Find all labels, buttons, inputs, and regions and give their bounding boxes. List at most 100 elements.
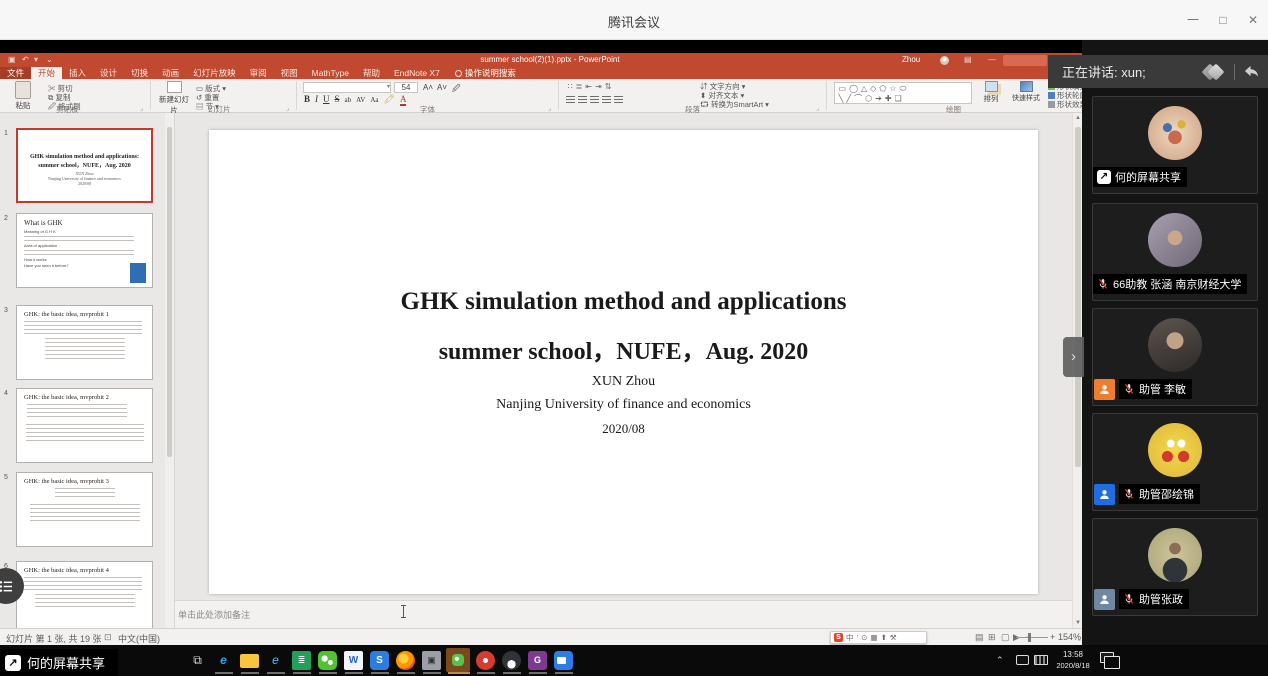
new-slide-button[interactable]: 新建幻灯片: [156, 81, 192, 116]
tab-mathtype[interactable]: MathType: [305, 67, 356, 79]
justify-icon[interactable]: [602, 96, 611, 104]
align-right-icon[interactable]: [590, 96, 599, 104]
redo-icon[interactable]: ▾: [34, 53, 38, 67]
paste-button[interactable]: 粘贴: [6, 81, 40, 111]
save-icon[interactable]: ▣: [8, 53, 16, 67]
tab-review[interactable]: 审阅: [243, 67, 274, 79]
tray-expand-icon[interactable]: ⌃: [996, 655, 1004, 666]
tab-endnote[interactable]: EndNote X7: [387, 67, 447, 79]
zoom-slider-knob[interactable]: [1028, 633, 1031, 642]
columns-icon[interactable]: [614, 96, 623, 104]
firefox-icon[interactable]: [396, 651, 415, 670]
sogou-taskbar-icon[interactable]: S: [370, 651, 389, 670]
highlight-icon[interactable]: 🖍: [384, 94, 395, 104]
notes-app-icon[interactable]: ≣: [292, 651, 311, 670]
bold-icon[interactable]: B: [304, 94, 310, 104]
tray-keyboard-icon[interactable]: [1034, 655, 1048, 665]
shrink-font-icon[interactable]: A˅: [437, 83, 447, 92]
account-avatar[interactable]: [940, 56, 949, 65]
sogou-logo-icon[interactable]: S: [834, 633, 843, 642]
netease-app-icon[interactable]: [476, 651, 495, 670]
align-text-button[interactable]: ⬍ 对齐文本 ▾: [700, 92, 744, 100]
screen-share-banner[interactable]: ↗ 何的屏幕共享: [0, 649, 118, 676]
paragraph-dialog-launcher[interactable]: ⌟: [816, 104, 819, 112]
ppt-minimize-icon[interactable]: —: [988, 53, 996, 67]
reading-view-icon[interactable]: ▢: [1001, 632, 1010, 643]
close-button[interactable]: ✕: [1240, 9, 1266, 31]
slide-sorter-icon[interactable]: ⊞: [988, 632, 996, 643]
ime-mode-icon[interactable]: 中: [846, 632, 854, 643]
tencent-meeting-active-icon[interactable]: [446, 648, 470, 672]
bullets-icon[interactable]: ∷: [568, 82, 573, 91]
meeting-blue-app-icon[interactable]: [554, 651, 573, 670]
slide-thumbnail-2[interactable]: What is GHK Meaning of G H K Area of app…: [16, 213, 153, 288]
tab-help[interactable]: 帮助: [356, 67, 387, 79]
underline-icon[interactable]: U: [323, 94, 330, 104]
tray-screenshare-icon[interactable]: [1100, 652, 1114, 663]
reply-arrow-icon[interactable]: [1243, 64, 1260, 79]
ime-up-icon[interactable]: ⬆: [881, 633, 887, 642]
slides-dialog-launcher[interactable]: ⌟: [286, 104, 289, 112]
ribbon-options-icon[interactable]: ▤: [964, 53, 972, 67]
scroll-up-icon[interactable]: ▲: [1073, 115, 1082, 121]
minimize-button[interactable]: 一: [1180, 9, 1206, 31]
numbering-icon[interactable]: ≣: [576, 82, 583, 91]
internet-explorer-icon[interactable]: e: [266, 651, 285, 670]
tab-design[interactable]: 设计: [93, 67, 124, 79]
game-app-icon[interactable]: G: [528, 651, 547, 670]
scroll-down-icon[interactable]: ▼: [1073, 620, 1082, 626]
zoom-slider[interactable]: [1016, 637, 1048, 638]
ime-tool-icon[interactable]: ⚒: [890, 633, 897, 642]
align-left-icon[interactable]: [566, 96, 575, 104]
shape-outline-button[interactable]: 形状轮廓: [1048, 92, 1082, 100]
qq-icon[interactable]: [502, 651, 521, 670]
increase-indent-icon[interactable]: ⇥: [595, 82, 602, 91]
font-dialog-launcher[interactable]: ⌟: [548, 104, 551, 112]
shape-effects-button[interactable]: 形状效果: [1048, 101, 1082, 109]
text-direction-button[interactable]: ⇵ 文字方向 ▾: [700, 83, 745, 91]
ime-board-icon[interactable]: ▦: [870, 633, 877, 642]
font-name-combobox[interactable]: ▾: [303, 82, 391, 93]
tell-me-search[interactable]: 操作说明搜索: [455, 67, 516, 79]
text-shadow-icon[interactable]: ab: [345, 96, 352, 104]
arrange-button[interactable]: 排列: [976, 81, 1006, 104]
slide-thumbnail-5[interactable]: GHK: the basic idea, mvprobit 3: [16, 472, 153, 547]
quick-styles-button[interactable]: 快速样式: [1008, 81, 1044, 103]
tab-home[interactable]: 开始: [31, 67, 62, 79]
participant-tile-share[interactable]: ↗ 何的屏幕共享: [1092, 96, 1258, 194]
italic-icon[interactable]: I: [315, 94, 318, 104]
notes-pane[interactable]: 单击此处添加备注: [175, 600, 1072, 628]
normal-view-icon[interactable]: ▤: [975, 632, 984, 643]
align-center-icon[interactable]: [578, 96, 587, 104]
spellcheck-icon[interactable]: ⊡: [104, 632, 112, 643]
tab-slideshow[interactable]: 幻灯片放映: [186, 67, 243, 79]
undo-icon[interactable]: ↶: [22, 53, 29, 67]
slide-thumbnail-4[interactable]: GHK: the basic idea, mvprobit 2: [16, 388, 153, 463]
font-color-icon[interactable]: A: [400, 94, 407, 106]
char-spacing-icon[interactable]: AV: [356, 96, 365, 104]
font-size-combobox[interactable]: 54: [394, 82, 418, 93]
tab-animations[interactable]: 动画: [155, 67, 186, 79]
grow-font-icon[interactable]: A˄: [423, 83, 433, 92]
slide-thumbnail-1[interactable]: GHK simulation method and applications: …: [16, 128, 153, 203]
slide-thumbnail-6[interactable]: GHK: the basic idea, mvprobit 4: [16, 561, 153, 636]
ime-emoji-icon[interactable]: ⊙: [861, 633, 867, 642]
language-status[interactable]: 中文(中国): [118, 632, 160, 645]
maximize-button[interactable]: □: [1210, 9, 1236, 31]
change-case-icon[interactable]: Aa: [370, 96, 378, 104]
panel-collapse-chevron[interactable]: ›: [1063, 337, 1084, 377]
clear-format-icon[interactable]: 🖉: [452, 83, 461, 97]
tab-file[interactable]: 文件: [0, 67, 31, 79]
slide-editing-area[interactable]: GHK simulation method and applications s…: [175, 113, 1072, 628]
tray-chat-icon[interactable]: [1016, 655, 1029, 665]
docs-app-icon[interactable]: W: [344, 651, 363, 670]
thumbnail-scrollbar[interactable]: [165, 113, 174, 628]
qat-more-icon[interactable]: ⌄: [46, 53, 53, 67]
clipboard-dialog-launcher[interactable]: ⌟: [140, 104, 143, 112]
convert-smartart-button[interactable]: ⮔ 转换为SmartArt ▾: [700, 101, 769, 109]
gray-app-icon[interactable]: ▣: [422, 651, 441, 670]
tab-insert[interactable]: 插入: [62, 67, 93, 79]
participant-tile-2[interactable]: 66助教 张涵 南京财经大学: [1092, 203, 1258, 301]
zoom-in-icon[interactable]: +: [1050, 632, 1055, 642]
participant-tile-4[interactable]: 助管邵绘锦: [1092, 413, 1258, 511]
